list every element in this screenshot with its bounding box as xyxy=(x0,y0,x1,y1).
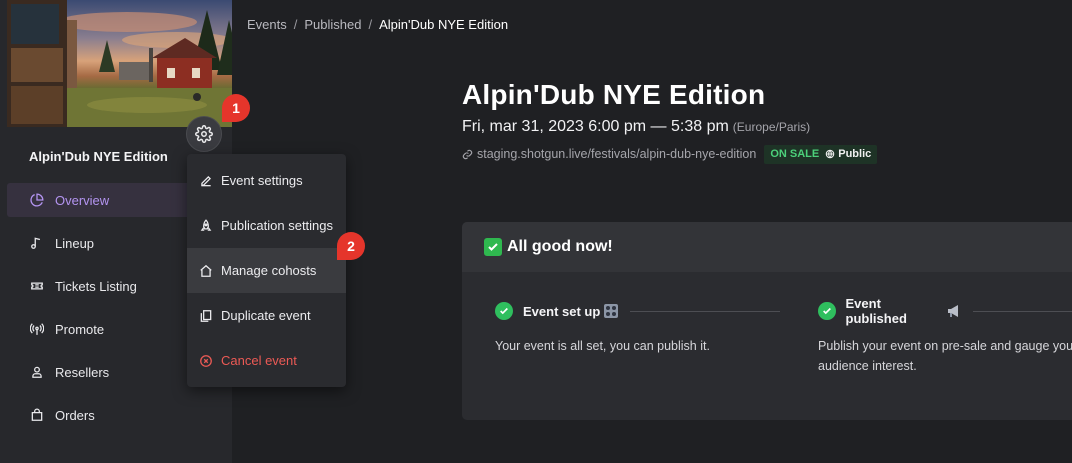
page-title: Alpin'Dub NYE Edition xyxy=(462,79,766,110)
on-sale-label: ON SALE xyxy=(770,148,820,160)
cancel-circle-icon xyxy=(199,354,213,368)
sidebar-item-label: Overview xyxy=(55,192,110,208)
broadcast-icon xyxy=(29,321,45,337)
sidebar-item-label: Promote xyxy=(55,321,105,337)
event-settings-menu: Event settings Publication settings Mana… xyxy=(187,154,346,387)
breadcrumb-current: Alpin'Dub NYE Edition xyxy=(379,17,509,32)
menu-item-manage-cohosts[interactable]: Manage cohosts xyxy=(187,248,346,293)
menu-item-label: Duplicate event xyxy=(221,308,311,323)
step-description: Your event is all set, you can publish i… xyxy=(495,339,710,353)
step-event-set-up: Event set up Your event is all set, you … xyxy=(495,300,795,356)
event-timezone: (Europe/Paris) xyxy=(732,120,811,134)
status-badge: ON SALE Public xyxy=(764,144,878,164)
megaphone-icon xyxy=(947,304,961,318)
breadcrumb-separator: / xyxy=(368,17,373,32)
menu-item-duplicate-event[interactable]: Duplicate event xyxy=(187,293,346,338)
sidebar-item-label: Lineup xyxy=(55,235,95,251)
status-card-title: All good now! xyxy=(507,238,613,255)
step-title: Event published xyxy=(845,296,907,326)
breadcrumb-item-published[interactable]: Published xyxy=(304,17,361,32)
sidebar-item-label: Tickets Listing xyxy=(55,278,137,294)
person-badge-icon xyxy=(29,364,45,380)
step-divider xyxy=(973,310,1072,312)
step-title: Event set up xyxy=(523,303,601,319)
status-card: All good now! Event set up Your event is… xyxy=(462,222,1072,420)
status-card-header: All good now! xyxy=(462,222,1072,272)
control-knobs-icon xyxy=(604,304,619,318)
ticket-icon xyxy=(29,278,45,294)
sidebar-event-name: Alpin'Dub NYE Edition xyxy=(29,149,168,164)
check-circle-icon xyxy=(818,302,836,320)
menu-item-label: Cancel event xyxy=(221,353,297,368)
sidebar-item-orders[interactable]: Orders xyxy=(7,398,232,432)
visibility-label: Public xyxy=(825,148,871,160)
visibility-text: Public xyxy=(838,148,872,160)
check-mark-icon xyxy=(484,238,502,256)
sidebar-item-label: Resellers xyxy=(55,364,110,380)
copy-icon xyxy=(199,309,213,323)
menu-item-cancel-event[interactable]: Cancel event xyxy=(187,338,346,383)
pie-chart-icon xyxy=(29,192,45,208)
event-settings-gear-button[interactable] xyxy=(186,116,222,152)
sidebar-item-label: Orders xyxy=(55,407,95,423)
step-event-published: Event published Publish your event on pr… xyxy=(818,296,1072,376)
breadcrumb-item-events[interactable]: Events xyxy=(247,17,287,32)
menu-item-publication-settings[interactable]: Publication settings xyxy=(187,203,346,248)
event-url-row: staging.shotgun.live/festivals/alpin-dub… xyxy=(462,144,878,164)
link-icon xyxy=(462,149,473,160)
menu-item-event-settings[interactable]: Event settings xyxy=(187,158,346,203)
event-cover-image xyxy=(7,0,232,127)
event-date-text: Fri, mar 31, 2023 6:00 pm — 5:38 pm xyxy=(462,118,729,135)
event-url-link[interactable]: staging.shotgun.live/festivals/alpin-dub… xyxy=(477,147,756,161)
annotation-badge-1: 1 xyxy=(222,94,250,122)
shopping-bag-icon xyxy=(29,407,45,423)
gear-icon xyxy=(195,125,213,143)
menu-item-label: Publication settings xyxy=(221,218,334,233)
pencil-icon xyxy=(199,174,213,188)
home-icon xyxy=(199,264,213,278)
menu-item-label: Manage cohosts xyxy=(221,263,317,278)
event-date: Fri, mar 31, 2023 6:00 pm — 5:38 pm (Euro… xyxy=(462,118,810,136)
music-note-icon xyxy=(29,235,45,251)
menu-item-label: Event settings xyxy=(221,173,303,188)
breadcrumb-separator: / xyxy=(293,17,298,32)
annotation-badge-2: 2 xyxy=(337,232,365,260)
globe-icon xyxy=(825,149,835,159)
step-description: Publish your event on pre-sale and gauge… xyxy=(818,339,1072,373)
step-divider xyxy=(630,310,781,312)
rocket-icon xyxy=(199,218,213,233)
breadcrumb: Events / Published / Alpin'Dub NYE Edition xyxy=(247,17,508,32)
check-circle-icon xyxy=(495,302,513,320)
